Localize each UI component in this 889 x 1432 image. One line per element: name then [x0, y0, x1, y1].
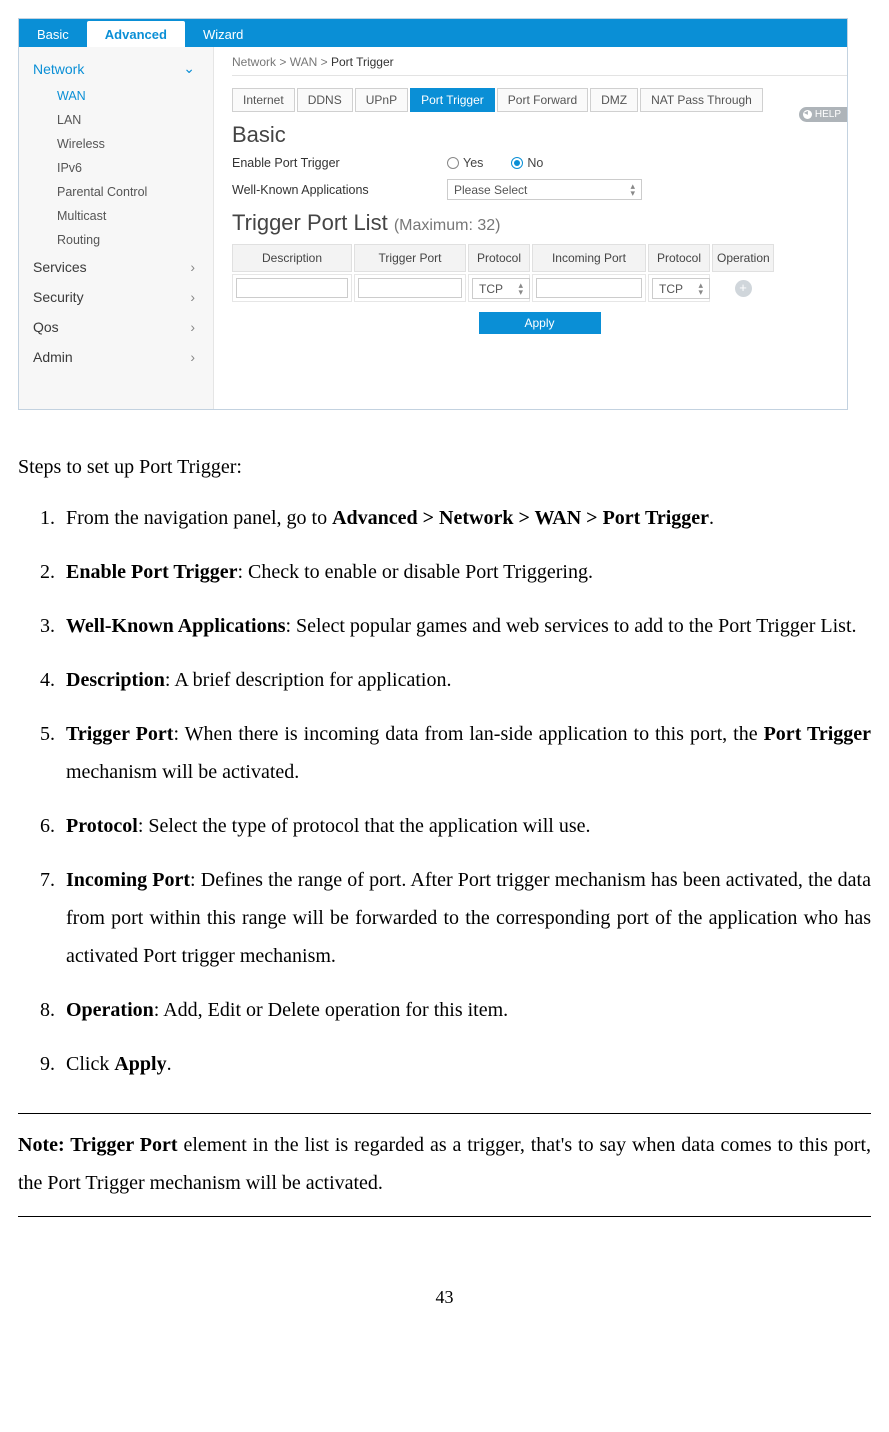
sidebar-label: Network	[33, 61, 84, 77]
step-6: Protocol: Select the type of protocol th…	[60, 807, 871, 845]
col-protocol-2: Protocol	[648, 244, 710, 272]
radio-yes[interactable]: Yes	[447, 156, 483, 170]
documentation-body: Steps to set up Port Trigger: From the n…	[18, 452, 871, 1217]
radio-checked-icon	[511, 157, 523, 169]
col-incoming-port: Incoming Port	[532, 244, 646, 272]
chevron-down-icon: ⌄	[183, 60, 195, 77]
protocol-select-2[interactable]: TCP ▴▾	[652, 278, 710, 299]
col-protocol: Protocol	[468, 244, 530, 272]
sidebar-sub-routing[interactable]: Routing	[19, 228, 213, 252]
steps-list: From the navigation panel, go to Advance…	[18, 499, 871, 1083]
chevron-right-icon: ›	[190, 319, 195, 335]
incoming-port-input[interactable]	[536, 278, 642, 298]
radio-icon	[447, 157, 459, 169]
updown-icon: ▴▾	[518, 282, 523, 296]
sidebar-item-qos[interactable]: Qos ›	[19, 312, 213, 342]
protocol-select-1[interactable]: TCP ▴▾	[472, 278, 530, 299]
top-tabs: Basic Advanced Wizard	[19, 19, 847, 47]
intro-text: Steps to set up Port Trigger:	[18, 452, 871, 483]
section-title-basic: Basic	[232, 122, 847, 148]
col-description: Description	[232, 244, 352, 272]
step-1: From the navigation panel, go to Advance…	[60, 499, 871, 537]
subtab-nat-pass[interactable]: NAT Pass Through	[640, 88, 763, 112]
step-4: Description: A brief description for app…	[60, 661, 871, 699]
wellknown-apps-label: Well-Known Applications	[232, 183, 447, 197]
step-8: Operation: Add, Edit or Delete operation…	[60, 991, 871, 1029]
add-row-button[interactable]: +	[712, 274, 774, 302]
sidebar-item-admin[interactable]: Admin ›	[19, 342, 213, 372]
page-number: 43	[18, 1287, 871, 1308]
col-operation: Operation	[712, 244, 774, 272]
col-trigger-port: Trigger Port	[354, 244, 466, 272]
step-9: Click Apply.	[60, 1045, 871, 1083]
step-2: Enable Port Trigger: Check to enable or …	[60, 553, 871, 591]
step-5: Trigger Port: When there is incoming dat…	[60, 715, 871, 791]
subtab-port-forward[interactable]: Port Forward	[497, 88, 588, 112]
enable-port-trigger-label: Enable Port Trigger	[232, 156, 447, 170]
router-admin-screenshot: Basic Advanced Wizard Network ⌄ WAN LAN …	[18, 18, 848, 410]
updown-icon: ▴▾	[698, 282, 703, 296]
wellknown-apps-select[interactable]: Please Select ▴▾	[447, 179, 642, 200]
sub-tabs: Internet DDNS UPnP Port Trigger Port For…	[232, 88, 847, 112]
step-3: Well-Known Applications: Select popular …	[60, 607, 871, 645]
section-title-list: Trigger Port List (Maximum: 32)	[232, 210, 847, 236]
back-arrow-icon	[803, 110, 812, 119]
chevron-right-icon: ›	[190, 259, 195, 275]
sidebar-sub-ipv6[interactable]: IPv6	[19, 156, 213, 180]
sidebar-sub-multicast[interactable]: Multicast	[19, 204, 213, 228]
subtab-ddns[interactable]: DDNS	[297, 88, 353, 112]
apply-button[interactable]: Apply	[479, 312, 601, 334]
description-input[interactable]	[236, 278, 348, 298]
subtab-dmz[interactable]: DMZ	[590, 88, 638, 112]
sidebar-sub-wan[interactable]: WAN	[19, 84, 213, 108]
updown-icon: ▴▾	[630, 183, 635, 197]
top-tab-advanced[interactable]: Advanced	[87, 21, 185, 47]
radio-no[interactable]: No	[511, 156, 543, 170]
help-button[interactable]: HELP	[799, 107, 847, 122]
sidebar-sub-lan[interactable]: LAN	[19, 108, 213, 132]
sidebar-item-network[interactable]: Network ⌄	[19, 53, 213, 84]
chevron-right-icon: ›	[190, 349, 195, 365]
trigger-port-table: Description Trigger Port Protocol TCP ▴▾	[232, 244, 837, 302]
subtab-port-trigger[interactable]: Port Trigger	[410, 88, 495, 112]
top-tab-basic[interactable]: Basic	[19, 21, 87, 47]
step-7: Incoming Port: Defines the range of port…	[60, 861, 871, 975]
top-tab-wizard[interactable]: Wizard	[185, 21, 261, 47]
sidebar-item-services[interactable]: Services ›	[19, 252, 213, 282]
chevron-right-icon: ›	[190, 289, 195, 305]
sidebar-item-security[interactable]: Security ›	[19, 282, 213, 312]
sidebar-sub-wireless[interactable]: Wireless	[19, 132, 213, 156]
content-area: Network > WAN > Port Trigger Internet DD…	[214, 47, 847, 409]
subtab-upnp[interactable]: UPnP	[355, 88, 408, 112]
breadcrumb: Network > WAN > Port Trigger	[232, 55, 847, 69]
plus-icon: +	[735, 280, 752, 297]
note-block: Note: Trigger Port element in the list i…	[18, 1113, 871, 1217]
trigger-port-input[interactable]	[358, 278, 462, 298]
sidebar-sub-parental[interactable]: Parental Control	[19, 180, 213, 204]
subtab-internet[interactable]: Internet	[232, 88, 295, 112]
sidebar: Network ⌄ WAN LAN Wireless IPv6 Parental…	[19, 47, 214, 409]
